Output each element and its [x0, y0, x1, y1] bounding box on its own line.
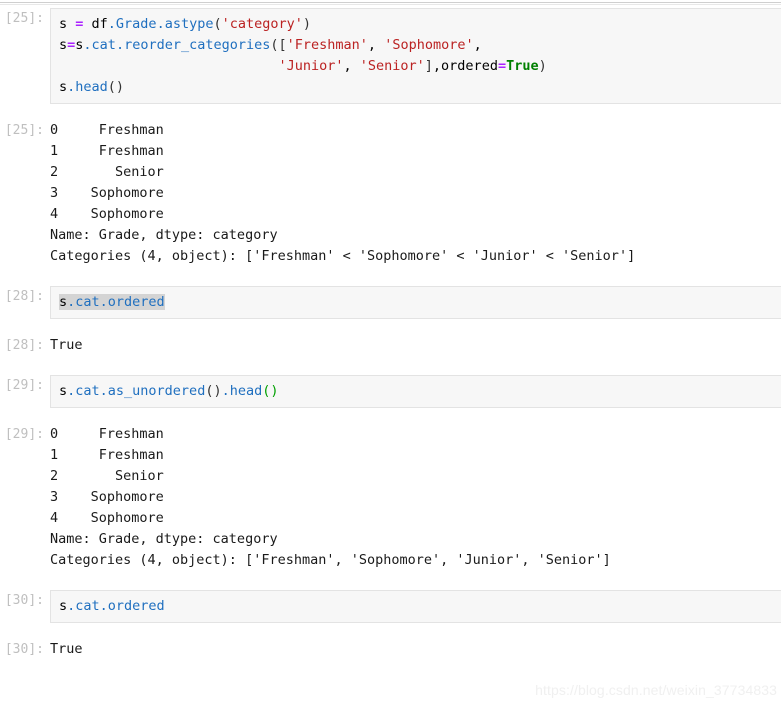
code-cell-30[interactable]: [30]: s.cat.ordered: [0, 590, 781, 623]
code-text-28: s.cat.ordered: [59, 292, 781, 313]
code-editor-25[interactable]: s = df.Grade.astype('category') s=s.cat.…: [50, 8, 781, 104]
notebook-container: [25]: s = df.Grade.astype('category') s=…: [0, 0, 781, 660]
output-cell-28: [28]: True: [0, 335, 781, 356]
output-text-28: True: [50, 337, 83, 353]
csdn-watermark: https://blog.csdn.net/weixin_37734833: [535, 682, 777, 698]
output-prompt-29: [29]:: [4, 427, 44, 442]
output-cell-29: [29]: 0 Freshman 1 Freshman 2 Senior 3 S…: [0, 424, 781, 571]
input-prompt-25: [25]:: [4, 11, 44, 26]
output-body-25: 0 Freshman 1 Freshman 2 Senior 3 Sophomo…: [50, 120, 781, 267]
selected-text-28: s.cat.ordered: [59, 294, 165, 310]
output-cell-25: [25]: 0 Freshman 1 Freshman 2 Senior 3 S…: [0, 120, 781, 267]
code-editor-28[interactable]: s.cat.ordered: [50, 286, 781, 319]
code-cell-28[interactable]: [28]: s.cat.ordered: [0, 286, 781, 319]
top-divider-shadow: [0, 4, 781, 5]
code-text-29: s.cat.as_unordered().head(): [59, 383, 279, 399]
output-body-30: True: [50, 639, 781, 660]
input-prompt-30: [30]:: [4, 593, 44, 608]
input-prompt-28: [28]:: [4, 289, 44, 304]
output-body-29: 0 Freshman 1 Freshman 2 Senior 3 Sophomo…: [50, 424, 781, 571]
code-text-30: s.cat.ordered: [59, 598, 165, 614]
code-editor-30[interactable]: s.cat.ordered: [50, 590, 781, 623]
output-text-29: 0 Freshman 1 Freshman 2 Senior 3 Sophomo…: [50, 426, 611, 568]
code-editor-29[interactable]: s.cat.as_unordered().head(): [50, 375, 781, 408]
output-prompt-30: [30]:: [4, 642, 44, 657]
code-text-25: s = df.Grade.astype('category') s=s.cat.…: [59, 16, 547, 95]
output-text-30: True: [50, 641, 83, 657]
top-divider: [0, 2, 781, 3]
output-text-25: 0 Freshman 1 Freshman 2 Senior 3 Sophomo…: [50, 122, 636, 264]
code-cell-29[interactable]: [29]: s.cat.as_unordered().head(): [0, 375, 781, 408]
input-prompt-29: [29]:: [4, 378, 44, 393]
output-body-28: True: [50, 335, 781, 356]
output-prompt-25: [25]:: [4, 123, 44, 138]
output-prompt-28: [28]:: [4, 338, 44, 353]
code-cell-25[interactable]: [25]: s = df.Grade.astype('category') s=…: [0, 8, 781, 104]
output-cell-30: [30]: True: [0, 639, 781, 660]
